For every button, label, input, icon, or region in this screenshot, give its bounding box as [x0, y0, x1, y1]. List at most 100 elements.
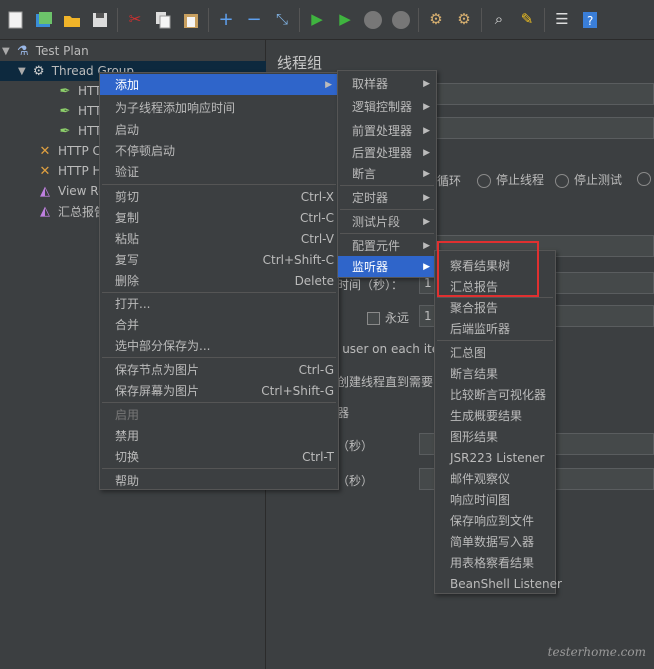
- menu-shortcut: Ctrl+Shift-G: [261, 383, 334, 398]
- tree-node-view-results[interactable]: ◭ View Re: [36, 181, 105, 201]
- menu-item-jsr223-listener[interactable]: JSR223 Listener: [435, 447, 555, 468]
- menu-item-add[interactable]: 添加 ▶: [100, 74, 338, 95]
- page-title: 线程组: [277, 54, 323, 72]
- forever-checkbox[interactable]: 永远: [367, 309, 409, 326]
- toggle-icon[interactable]: ⤡: [271, 9, 293, 31]
- chevron-down-icon[interactable]: ▼: [2, 46, 10, 57]
- tree-node-test-plan[interactable]: ▼ ⚗ Test Plan: [2, 41, 89, 61]
- start-icon[interactable]: ▶: [306, 9, 328, 31]
- menu-item-save-responses[interactable]: 保存响应到文件: [435, 510, 555, 531]
- menu-item-backend-listener[interactable]: 后端监听器: [435, 318, 555, 339]
- menu-item-start-no-pause[interactable]: 不停顿启动: [100, 140, 338, 161]
- open-icon[interactable]: [61, 9, 83, 31]
- menu-item-save-selection[interactable]: 选中部分保存为...: [100, 335, 338, 356]
- menu-item-copy[interactable]: 复制 Ctrl-C: [100, 207, 338, 228]
- stop-icon[interactable]: [362, 9, 384, 31]
- menu-item-open[interactable]: 打开...: [100, 293, 338, 314]
- menu-item-label: 后置处理器: [352, 146, 413, 160]
- menu-shortcut: Ctrl-G: [298, 362, 334, 377]
- menu-item-label: 打开...: [115, 297, 151, 311]
- menu-item-config-element[interactable]: 配置元件 ▶: [338, 235, 436, 256]
- function-helper-icon[interactable]: ☰: [551, 9, 573, 31]
- comments-field[interactable]: [427, 117, 654, 139]
- menu-item-timer[interactable]: 定时器 ▶: [338, 187, 436, 208]
- stop-test-now-radio[interactable]: [637, 171, 654, 186]
- loop-count-value: 1: [424, 309, 432, 323]
- chevron-down-icon[interactable]: ▼: [18, 66, 26, 77]
- chevron-right-icon: ▶: [423, 216, 430, 227]
- menu-item-label: 添加: [115, 78, 140, 92]
- menu-item-response-time-graph[interactable]: 响应时间图: [435, 489, 555, 510]
- menu-divider: [102, 468, 336, 469]
- menu-item-label: 简单数据写入器: [450, 535, 535, 549]
- menu-item-graph-results[interactable]: 图形结果: [435, 426, 555, 447]
- menu-item-start[interactable]: 启动: [100, 119, 338, 140]
- menu-item-paste[interactable]: 粘贴 Ctrl-V: [100, 228, 338, 249]
- menu-divider: [437, 340, 553, 341]
- shutdown-icon[interactable]: [390, 9, 412, 31]
- menu-item-simple-data-writer[interactable]: 简单数据写入器: [435, 531, 555, 552]
- stop-thread-radio[interactable]: 停止线程: [477, 171, 544, 188]
- menu-item-disable[interactable]: 禁用: [100, 425, 338, 446]
- menu-item-duplicate[interactable]: 复写 Ctrl+Shift-C: [100, 249, 338, 270]
- menu-item-help[interactable]: 帮助: [100, 470, 338, 491]
- new-icon[interactable]: [5, 9, 27, 31]
- menu-item-label: 禁用: [115, 429, 140, 443]
- menu-item-comparison-assertion-visualizer[interactable]: 比较断言可视化器: [435, 384, 555, 405]
- clear-icon[interactable]: ⚙: [425, 9, 447, 31]
- menu-item-test-fragment[interactable]: 测试片段 ▶: [338, 211, 436, 232]
- ramp-up-label: 时间（秒）：: [337, 278, 404, 292]
- tree-node-summary-report[interactable]: ◭ 汇总报告: [36, 201, 106, 221]
- menu-item-summary-graph[interactable]: 汇总图: [435, 342, 555, 363]
- menu-item-beanshell-listener[interactable]: BeanShell Listener: [435, 573, 562, 594]
- menu-item-toggle[interactable]: 切换 Ctrl-T: [100, 446, 338, 467]
- tree-node-label: HTTP H: [58, 164, 102, 178]
- clear-all-icon[interactable]: ⚙: [453, 9, 475, 31]
- menu-item-aggregate-report[interactable]: 聚合报告: [435, 297, 555, 318]
- delay-create-label: 创建线程直到需要: [337, 375, 434, 389]
- menu-item-generate-summary-results[interactable]: 生成概要结果: [435, 405, 555, 426]
- add-submenu: 取样器 ▶ 逻辑控制器 ▶ 前置处理器 ▶ 后置处理器 ▶ 断言 ▶ 定时器 ▶ 测试片段 ▶…: [337, 70, 437, 278]
- stop-test-radio[interactable]: 停止测试: [555, 171, 622, 188]
- menu-item-logic-controller[interactable]: 逻辑控制器 ▶: [338, 96, 436, 117]
- menu-item-save-node-image[interactable]: 保存节点为图片 Ctrl-G: [100, 359, 338, 380]
- menu-item-mailer-visualizer[interactable]: 邮件观察仪: [435, 468, 555, 489]
- menu-item-label: 删除: [115, 274, 140, 288]
- menu-item-view-results-table[interactable]: 用表格察看结果: [435, 552, 555, 573]
- menu-item-merge[interactable]: 合并: [100, 314, 338, 335]
- menu-item-label: 剪切: [115, 190, 140, 204]
- chevron-right-icon: ▶: [423, 240, 430, 251]
- tree-node-http-header[interactable]: ✕ HTTP H: [36, 161, 102, 181]
- help-icon[interactable]: ?: [579, 9, 601, 31]
- menu-item-save-screen-image[interactable]: 保存屏幕为图片 Ctrl+Shift-G: [100, 380, 338, 401]
- name-field[interactable]: [427, 83, 654, 105]
- expand-icon[interactable]: +: [215, 9, 237, 31]
- menu-item-cut[interactable]: 剪切 Ctrl-X: [100, 186, 338, 207]
- menu-item-add-response-time[interactable]: 为子线程添加响应时间: [100, 97, 338, 118]
- menu-item-label: 保存节点为图片: [115, 363, 200, 377]
- save-icon[interactable]: [89, 9, 111, 31]
- start-no-pause-icon[interactable]: ▶: [334, 9, 356, 31]
- tree-node-http-config[interactable]: ✕ HTTP C: [36, 141, 101, 161]
- menu-item-sampler[interactable]: 取样器 ▶: [338, 73, 436, 94]
- menu-item-delete[interactable]: 删除 Delete: [100, 270, 338, 291]
- paste-icon[interactable]: [180, 9, 202, 31]
- menu-item-listener[interactable]: 监听器 ▶: [338, 256, 436, 277]
- menu-item-validate[interactable]: 验证: [100, 161, 338, 182]
- menu-shortcut: Ctrl-C: [299, 210, 334, 225]
- menu-item-assertion[interactable]: 断言 ▶: [338, 163, 436, 184]
- menu-item-label: JSR223 Listener: [450, 450, 545, 465]
- menu-item-label: 断言结果: [450, 367, 499, 381]
- reset-search-icon[interactable]: ✎: [516, 9, 538, 31]
- menu-item-label: 合并: [115, 318, 140, 332]
- collapse-icon[interactable]: −: [243, 9, 265, 31]
- context-menu: 添加 ▶ 为子线程添加响应时间 启动 不停顿启动 验证 剪切 Ctrl-X 复制 Ct…: [99, 72, 339, 490]
- search-icon[interactable]: ⌕: [488, 9, 510, 31]
- menu-item-post-processor[interactable]: 后置处理器 ▶: [338, 142, 436, 163]
- copy-icon[interactable]: [152, 9, 174, 31]
- templates-icon[interactable]: [33, 9, 55, 31]
- menu-item-pre-processor[interactable]: 前置处理器 ▶: [338, 120, 436, 141]
- menu-item-assertion-results[interactable]: 断言结果: [435, 363, 555, 384]
- cut-icon[interactable]: ✂: [124, 9, 146, 31]
- menu-item-label: 启动: [115, 123, 140, 137]
